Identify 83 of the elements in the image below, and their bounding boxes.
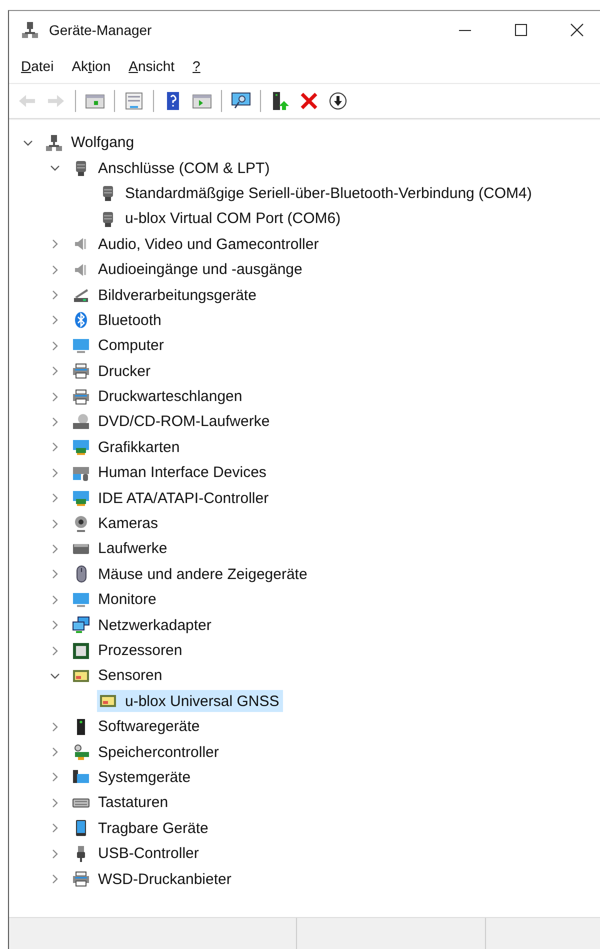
monitor-icon	[72, 590, 90, 609]
expand-chevron-icon[interactable]	[50, 366, 60, 376]
tree-item[interactable]: DVD/CD-ROM-Laufwerke	[70, 410, 274, 433]
tree-item[interactable]: Systemgeräte	[70, 766, 195, 788]
tree-item[interactable]: Druckwarteschlangen	[70, 386, 246, 408]
expand-chevron-icon[interactable]	[50, 798, 60, 808]
tree-item[interactable]: u-blox Universal GNSS	[97, 690, 284, 712]
update-driver-icon[interactable]	[270, 91, 290, 111]
tree-item[interactable]: Tragbare Geräte	[70, 817, 212, 840]
printer-icon	[72, 870, 90, 888]
tree-item[interactable]: Netzwerkadapter	[70, 614, 216, 636]
tree-item[interactable]: Grafikkarten	[70, 436, 184, 458]
collapse-chevron-icon[interactable]	[50, 670, 60, 681]
tree-item[interactable]: USB-Controller	[70, 842, 203, 865]
expand-chevron-icon[interactable]	[50, 848, 60, 859]
tree-item[interactable]: Drucker	[70, 360, 155, 382]
monitor-search-icon[interactable]	[231, 91, 251, 111]
tree-item[interactable]: u-blox Virtual COM Port (COM6)	[97, 208, 345, 230]
expand-chevron-icon[interactable]	[50, 239, 60, 250]
tree-item[interactable]: Softwaregeräte	[70, 716, 204, 738]
properties-icon[interactable]	[124, 91, 144, 111]
tree-item[interactable]: Standardmäßgige Seriell-über-Bluetooth-Verbindung (COM4)	[97, 182, 536, 204]
tree-item[interactable]: Bluetooth	[70, 309, 166, 332]
tree-item[interactable]: Audioeingänge und -ausgänge	[70, 258, 306, 281]
tree-item[interactable]: IDE ATA/ATAPI-Controller	[70, 487, 273, 510]
collapse-chevron-icon[interactable]	[23, 138, 33, 148]
tree-item[interactable]: WSD-Druckanbieter	[70, 868, 236, 890]
tree-item[interactable]: Prozessoren	[70, 640, 186, 662]
window-title: Geräte-Manager	[49, 22, 152, 38]
menu-item[interactable]: Datei	[21, 58, 54, 74]
expansion-card-icon	[72, 489, 90, 508]
app-icon	[21, 21, 39, 39]
down-arrow-circle-icon[interactable]	[328, 91, 348, 111]
expand-chevron-icon[interactable]	[50, 620, 60, 630]
expand-chevron-icon[interactable]	[50, 772, 60, 782]
tree-item[interactable]: Tastaturen	[70, 792, 172, 814]
storage-controller-icon	[72, 743, 90, 762]
tree-item[interactable]: Anschlüsse (COM & LPT)	[70, 157, 274, 180]
webcam-icon	[72, 514, 90, 533]
tree-item[interactable]: Human Interface Devices	[70, 462, 270, 484]
tree-item[interactable]: Computer	[70, 334, 168, 357]
expand-chevron-icon[interactable]	[50, 468, 60, 478]
tree-item[interactable]: Monitore	[70, 588, 160, 611]
menu-item[interactable]: Aktion	[72, 58, 111, 74]
expand-chevron-icon[interactable]	[50, 722, 60, 732]
tree-item[interactable]: Wolfgang	[43, 132, 138, 154]
network-monitors-icon	[72, 616, 90, 634]
expand-chevron-icon[interactable]	[50, 874, 60, 884]
expand-chevron-icon[interactable]	[50, 518, 60, 529]
collapse-chevron-icon[interactable]	[50, 163, 60, 174]
tree-item[interactable]: Bildverarbeitungsgeräte	[70, 284, 260, 306]
tree-item[interactable]: Sensoren	[70, 664, 166, 687]
remove-icon[interactable]	[299, 91, 319, 111]
expand-chevron-icon[interactable]	[50, 747, 60, 758]
tree-item[interactable]: Speichercontroller	[70, 741, 223, 764]
scanner-icon	[72, 286, 90, 304]
tree-item[interactable]: Laufwerke	[70, 538, 172, 560]
monitor-icon	[72, 336, 90, 355]
expand-chevron-icon[interactable]	[50, 392, 60, 402]
expand-chevron-icon[interactable]	[50, 594, 60, 605]
expand-chevron-icon[interactable]	[50, 290, 60, 300]
expand-chevron-icon[interactable]	[50, 315, 60, 326]
tree-item[interactable]: Audio, Video und Gamecontroller	[70, 233, 323, 256]
expansion-card-icon	[72, 438, 90, 456]
expand-chevron-icon[interactable]	[50, 544, 60, 554]
printer-icon	[72, 362, 90, 380]
expand-chevron-icon[interactable]	[50, 264, 60, 275]
expand-chevron-icon[interactable]	[50, 416, 60, 427]
expand-chevron-icon[interactable]	[50, 646, 60, 656]
chip-icon	[72, 642, 90, 660]
disc-drive-icon	[72, 412, 90, 431]
bluetooth-icon	[72, 311, 90, 330]
expand-chevron-icon[interactable]	[50, 493, 60, 504]
expand-chevron-icon[interactable]	[50, 340, 60, 351]
tree-item[interactable]: Kameras	[70, 512, 162, 535]
computer-network-icon	[45, 134, 63, 152]
menu-item[interactable]: ?	[192, 58, 200, 74]
expand-chevron-icon[interactable]	[50, 442, 60, 452]
printer-icon	[72, 388, 90, 406]
tree-item[interactable]: Mäuse und andere Zeigegeräte	[70, 563, 312, 586]
menu-item[interactable]: Ansicht	[128, 58, 175, 74]
expand-chevron-icon[interactable]	[50, 823, 60, 834]
expand-chevron-icon[interactable]	[50, 569, 60, 580]
